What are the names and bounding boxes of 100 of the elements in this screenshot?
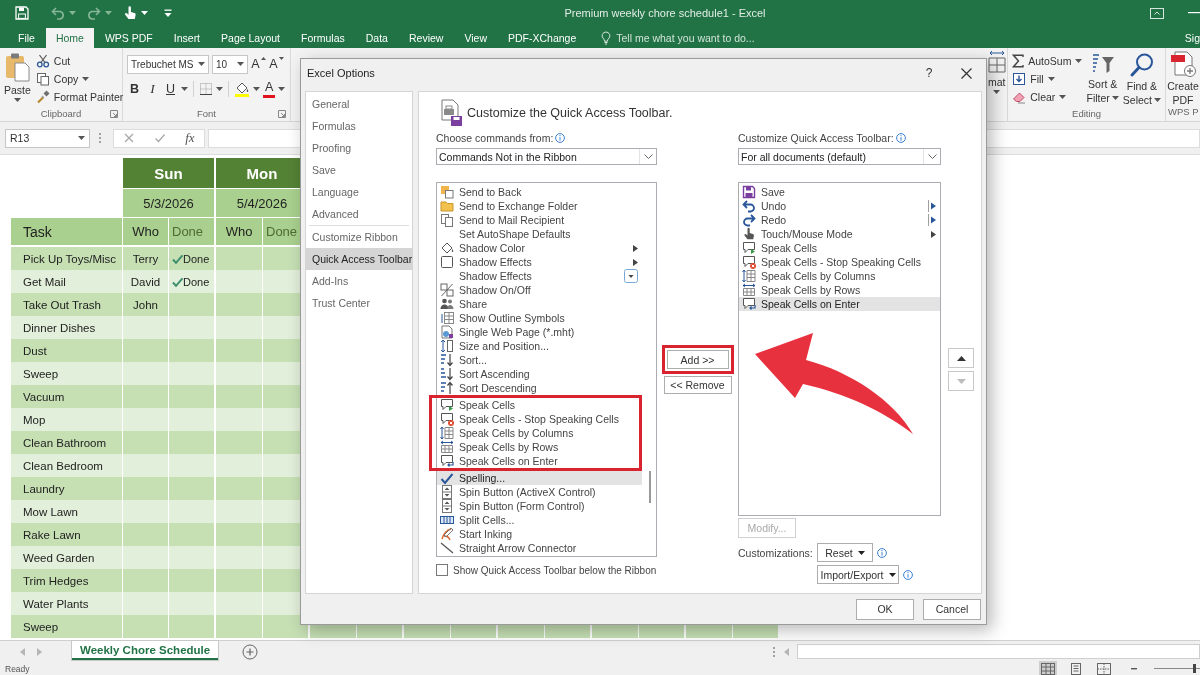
ribbon-tab[interactable]: File [8, 28, 45, 48]
command-item[interactable]: Speak Cells on Enter [739, 297, 940, 311]
command-item[interactable]: Start Inking [437, 527, 642, 541]
customize-menu-icon[interactable] [164, 8, 172, 18]
font-size-dropdown[interactable]: 10 [212, 54, 248, 74]
zoom-slider[interactable] [1154, 664, 1200, 673]
sheet-tab[interactable]: Weekly Chore Schedule [72, 641, 219, 660]
cancel-button[interactable]: Cancel [923, 598, 981, 620]
ribbon-tab[interactable]: Insert [163, 28, 211, 48]
hand-pointer-icon[interactable] [122, 5, 138, 21]
command-item[interactable]: Send to Mail Recipient [437, 213, 642, 227]
shrink-font-button[interactable]: A [269, 54, 284, 74]
bold-button[interactable]: B [127, 79, 142, 99]
italic-button[interactable]: I [145, 79, 160, 99]
nav-item[interactable]: Proofing [306, 137, 412, 159]
create-pdf-button[interactable]: Create PDF [1167, 50, 1199, 106]
command-item[interactable]: Redo [739, 213, 940, 227]
ribbon-tab[interactable]: Home [45, 28, 94, 48]
checkmark-icon[interactable] [154, 132, 167, 144]
sign-in-link[interactable]: Sig [1184, 28, 1200, 48]
cancel-icon[interactable] [123, 132, 136, 144]
scope-dropdown[interactable]: For all documents (default) [738, 148, 941, 165]
ribbon-tab[interactable]: Page Layout [211, 28, 290, 48]
grow-font-button[interactable]: A [251, 54, 266, 74]
command-item[interactable]: Undo [739, 199, 940, 213]
ribbon-tab[interactable]: View [454, 28, 497, 48]
font-color-button[interactable]: A [263, 80, 276, 98]
caret-icon[interactable] [216, 87, 223, 91]
dialog-launcher-icon[interactable] [278, 109, 286, 118]
nav-item[interactable]: Language [306, 181, 412, 203]
ribbon-tab[interactable]: WPS PDF [94, 28, 163, 48]
nav-item[interactable]: Advanced [306, 203, 412, 225]
scrollbar[interactable] [649, 471, 651, 503]
command-item[interactable]: Speak Cells by Rows [739, 283, 940, 297]
clear-button[interactable]: Clear [1012, 88, 1083, 106]
command-item[interactable]: Speak Cells - Stop Speaking Cells [739, 255, 940, 269]
caret-icon[interactable] [181, 87, 188, 91]
name-box[interactable]: R13 [5, 128, 90, 148]
cut-button[interactable]: Cut [35, 52, 124, 70]
zoom-slider-thumb[interactable] [1193, 664, 1197, 673]
help-button[interactable]: ? [921, 66, 937, 80]
command-item[interactable]: Send to Back [437, 185, 642, 199]
command-item[interactable]: Shadow Effects [437, 269, 642, 283]
commands-dropdown[interactable]: Commands Not in the Ribbon [436, 148, 657, 165]
command-item[interactable]: Speak Cells [739, 241, 940, 255]
caret-icon[interactable] [278, 87, 286, 91]
command-item[interactable]: Shadow On/Off [437, 283, 642, 297]
underline-button[interactable]: U [163, 79, 178, 99]
ok-button[interactable]: OK [856, 598, 914, 620]
move-up-button[interactable] [948, 348, 974, 368]
fill-button[interactable]: Fill [1012, 70, 1083, 88]
command-item[interactable]: Speak Cells by Rows [437, 440, 639, 454]
tell-me-field[interactable]: Tell me what you want to do... [599, 28, 779, 48]
ribbon-tab[interactable]: Formulas [291, 28, 355, 48]
sort-filter-button[interactable]: Sort & Filter [1086, 52, 1119, 106]
command-item[interactable]: Share [437, 297, 642, 311]
dialog-launcher-icon[interactable] [110, 109, 118, 118]
zoom-out-icon[interactable] [1131, 667, 1137, 670]
caret-icon[interactable] [253, 87, 260, 91]
command-item[interactable]: Sort Descending [437, 381, 642, 395]
command-item[interactable]: Split Cells... [437, 513, 642, 527]
borders-icon[interactable] [199, 82, 213, 96]
ribbon-tab[interactable]: PDF-XChange [498, 28, 587, 48]
ribbon-display-icon[interactable] [1150, 7, 1164, 19]
horizontal-scrollbar[interactable] [797, 644, 1200, 659]
command-item[interactable]: Single Web Page (*.mht) [437, 325, 642, 339]
nav-item[interactable]: Customize Ribbon [306, 226, 412, 248]
insert-function-button[interactable]: fx [185, 130, 195, 146]
close-icon[interactable] [961, 67, 972, 79]
paint-bucket-icon[interactable] [234, 81, 250, 97]
command-item[interactable]: Spin Button (Form Control) [437, 499, 642, 513]
nav-item[interactable]: Save [306, 159, 412, 181]
format-button[interactable]: mat [986, 50, 1007, 121]
nav-item[interactable]: General [306, 93, 412, 115]
remove-button[interactable]: << Remove [663, 376, 732, 394]
find-select-button[interactable]: Find & Select [1122, 52, 1161, 106]
command-item[interactable]: Set AutoShape Defaults [437, 227, 642, 241]
nav-item[interactable]: Formulas [306, 115, 412, 137]
paste-button[interactable]: Paste [4, 52, 31, 106]
command-item[interactable]: Speak Cells [437, 398, 639, 412]
add-sheet-icon[interactable] [242, 644, 259, 660]
command-item[interactable]: Straight Arrow Connector [437, 541, 642, 555]
page-layout-view-icon[interactable] [1069, 662, 1083, 675]
ribbon-tab[interactable]: Review [398, 28, 454, 48]
command-item[interactable]: Speak Cells - Stop Speaking Cells [437, 412, 639, 426]
nav-item[interactable]: Quick Access Toolbar [306, 248, 412, 270]
command-item[interactable]: Spin Button (ActiveX Control) [437, 485, 642, 499]
command-item[interactable]: Save [739, 185, 940, 199]
command-item[interactable]: Sort... [437, 353, 642, 367]
format-painter-button[interactable]: Format Painter [35, 88, 124, 106]
command-item[interactable]: Touch/Mouse Mode [739, 227, 940, 241]
ribbon-tab[interactable]: Data [355, 28, 398, 48]
add-button[interactable]: Add >> [666, 350, 729, 369]
command-item[interactable]: Shadow Color [437, 241, 642, 255]
command-item[interactable]: Sort Ascending [437, 367, 642, 381]
autosum-button[interactable]: AutoSum [1012, 52, 1083, 70]
command-item[interactable]: Speak Cells on Enter [437, 454, 639, 468]
copy-button[interactable]: Copy [35, 70, 124, 88]
normal-view-icon[interactable] [1041, 662, 1055, 675]
minimize-icon[interactable] [1188, 12, 1200, 14]
